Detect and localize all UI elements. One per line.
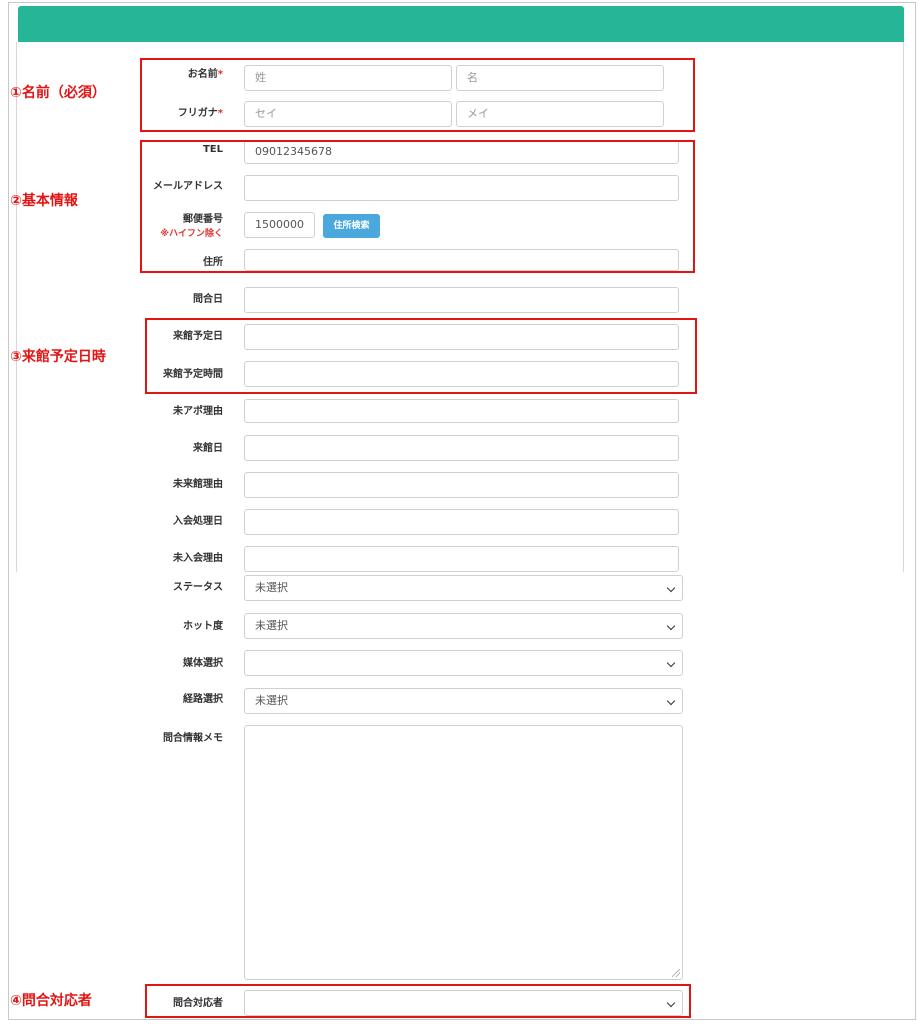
divider: [903, 42, 904, 572]
annotation-name: ①名前（必須）: [10, 85, 106, 101]
no-visit-reason-input[interactable]: [244, 472, 679, 498]
annotation-basic: ②基本情報: [10, 193, 78, 209]
annotation-box-handler: [145, 984, 691, 1018]
chevron-down-icon: [666, 658, 676, 668]
visited-date-input[interactable]: [244, 435, 679, 461]
visited-date-label: 来館日: [193, 443, 223, 454]
no-join-reason-label: 未入会理由: [173, 553, 223, 564]
header-bar: [18, 6, 904, 42]
memo-label: 問合情報メモ: [163, 733, 223, 744]
media-select[interactable]: [244, 650, 683, 676]
join-date-label: 入会処理日: [173, 516, 223, 527]
annotation-visit: ③来館予定日時: [10, 349, 106, 365]
memo-textarea[interactable]: [244, 725, 683, 980]
status-label: ステータス: [173, 582, 223, 593]
no-join-reason-input[interactable]: [244, 546, 679, 572]
no-appt-reason-input[interactable]: [244, 399, 679, 423]
hotness-select[interactable]: 未選択: [244, 613, 683, 639]
resize-handle-icon[interactable]: [672, 969, 680, 977]
annotation-handler: ④問合対応者: [10, 993, 92, 1009]
divider: [16, 42, 17, 572]
route-label: 経路選択: [183, 694, 223, 705]
chevron-down-icon: [666, 583, 676, 593]
join-date-input[interactable]: [244, 509, 679, 535]
status-value: 未選択: [255, 581, 288, 594]
route-value: 未選択: [255, 694, 288, 707]
annotation-box-basic: [140, 140, 695, 273]
inquiry-date-label: 問合日: [193, 294, 223, 305]
annotation-box-visit: [145, 318, 697, 394]
hotness-label: ホット度: [183, 621, 223, 632]
annotation-box-name: [140, 58, 695, 132]
status-select[interactable]: 未選択: [244, 575, 683, 601]
hotness-value: 未選択: [255, 619, 288, 632]
chevron-down-icon: [666, 621, 676, 631]
media-label: 媒体選択: [183, 658, 223, 669]
route-select[interactable]: 未選択: [244, 688, 683, 714]
inquiry-date-input[interactable]: [244, 287, 679, 313]
no-visit-reason-label: 未来館理由: [173, 479, 223, 490]
no-appt-reason-label: 未アポ理由: [173, 406, 223, 417]
chevron-down-icon: [666, 696, 676, 706]
